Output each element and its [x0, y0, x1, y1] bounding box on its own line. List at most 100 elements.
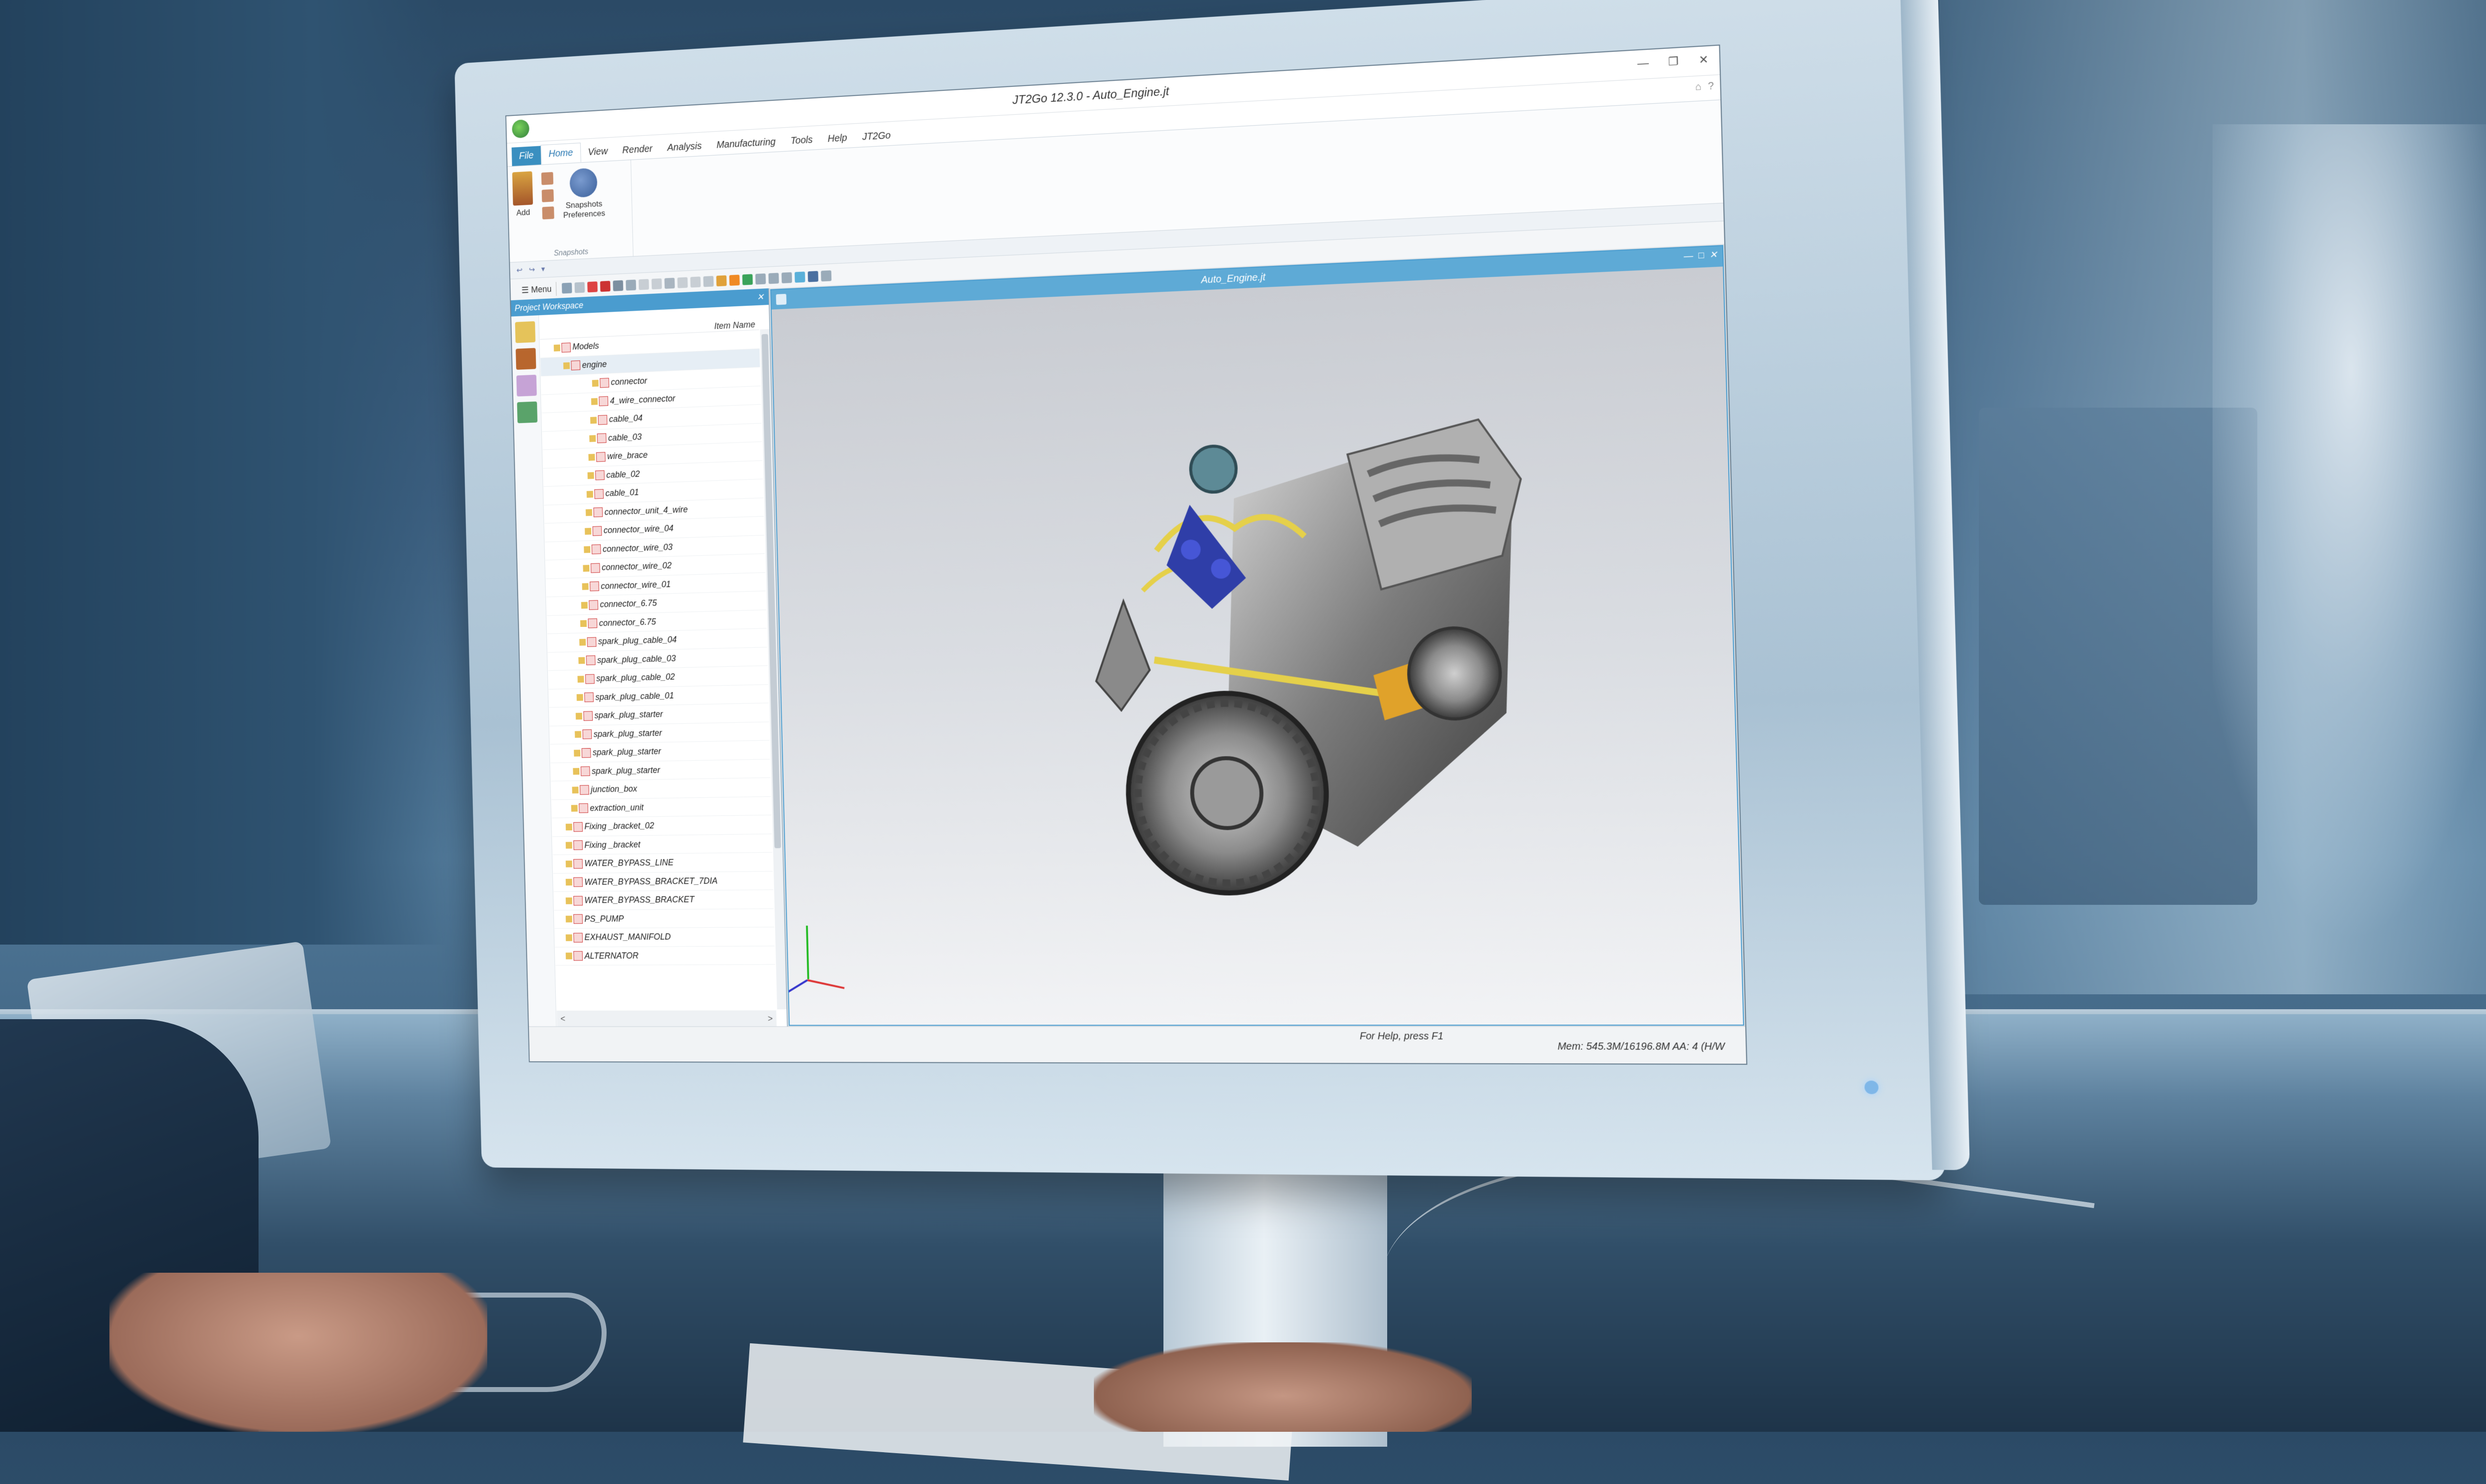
tab-analysis[interactable]: Analysis: [660, 136, 710, 158]
visibility-checkbox[interactable]: [573, 951, 583, 960]
viewport-minimize-button[interactable]: —: [1684, 251, 1693, 262]
tree-item[interactable]: WATER_BYPASS_BRACKET: [554, 890, 774, 910]
visibility-checkbox[interactable]: [599, 396, 608, 406]
tab-jt2go[interactable]: JT2Go: [854, 126, 898, 147]
scroll-right-icon[interactable]: >: [768, 1014, 773, 1024]
visibility-checkbox[interactable]: [579, 803, 588, 813]
visibility-checkbox[interactable]: [595, 470, 605, 480]
visibility-checkbox[interactable]: [571, 360, 580, 370]
snapshots-tab-icon[interactable]: [516, 348, 536, 370]
reset-view-icon[interactable]: [821, 270, 831, 282]
target-icon[interactable]: [664, 278, 675, 289]
add-snapshot-button[interactable]: Add: [508, 165, 539, 262]
tree-item[interactable]: ALTERNATOR: [555, 946, 775, 965]
visibility-checkbox[interactable]: [596, 452, 606, 462]
hide-icon[interactable]: [587, 281, 598, 292]
tab-manufacturing[interactable]: Manufacturing: [709, 132, 784, 155]
close-button[interactable]: ✕: [1693, 49, 1714, 71]
visibility-checkbox[interactable]: [593, 526, 602, 536]
menu-button[interactable]: ☰ Menu: [517, 282, 556, 298]
fit-all-icon[interactable]: [769, 273, 779, 284]
visibility-checkbox[interactable]: [581, 767, 590, 777]
tree-item[interactable]: junction_box: [551, 778, 771, 800]
snapshots-preferences-button[interactable]: Snapshots Preferences: [557, 161, 611, 260]
minimize-button[interactable]: —: [1632, 53, 1654, 75]
engine-model[interactable]: [1069, 386, 1574, 939]
visibility-checkbox[interactable]: [591, 563, 600, 573]
snapshot-delete-icon[interactable]: [541, 172, 553, 185]
tree-horizontal-scrollbar[interactable]: < >: [557, 1010, 777, 1027]
visibility-checkbox[interactable]: [573, 840, 583, 850]
rotate-icon[interactable]: [795, 271, 805, 282]
delete-icon[interactable]: [600, 281, 611, 292]
visibility-checkbox[interactable]: [573, 896, 583, 905]
models-tab-icon[interactable]: [515, 321, 535, 343]
visibility-checkbox[interactable]: [590, 582, 599, 592]
visibility-checkbox[interactable]: [583, 729, 592, 739]
panel-close-icon[interactable]: ✕: [757, 292, 764, 302]
visibility-checkbox[interactable]: [589, 600, 598, 610]
tab-tools[interactable]: Tools: [783, 130, 820, 151]
3d-canvas[interactable]: [772, 266, 1743, 1025]
customize-qat-icon[interactable]: ▾: [541, 264, 545, 274]
visibility-checkbox[interactable]: [597, 434, 607, 443]
visibility-checkbox[interactable]: [585, 674, 595, 684]
snapshot-update-icon[interactable]: [542, 206, 554, 219]
tree-item[interactable]: Fixing _bracket: [552, 834, 772, 855]
visibility-checkbox[interactable]: [587, 637, 597, 647]
fit-icon[interactable]: [755, 273, 766, 284]
light-icon[interactable]: [716, 275, 727, 286]
tab-file[interactable]: File: [512, 146, 541, 166]
tab-render[interactable]: Render: [615, 139, 660, 161]
visibility-checkbox[interactable]: [593, 508, 603, 518]
visibility-checkbox[interactable]: [582, 748, 591, 758]
visibility-checkbox[interactable]: [592, 544, 601, 554]
zoom-icon[interactable]: [613, 280, 623, 291]
assembly-tab-icon[interactable]: [517, 401, 537, 423]
help-icon[interactable]: ?: [1708, 81, 1714, 92]
tree-item[interactable]: PS_PUMP: [554, 909, 774, 929]
visibility-checkbox[interactable]: [584, 693, 594, 702]
tree-item[interactable]: WATER_BYPASS_LINE: [553, 853, 773, 873]
viewport-close-button[interactable]: ✕: [1709, 250, 1717, 261]
restore-button[interactable]: ❐: [1663, 51, 1684, 73]
snapshot-list-icon[interactable]: [541, 189, 553, 202]
visibility-checkbox[interactable]: [588, 618, 597, 628]
pan-icon[interactable]: [808, 271, 818, 282]
visibility-checkbox[interactable]: [573, 859, 583, 869]
viewport-maximize-button[interactable]: □: [1698, 250, 1704, 261]
visibility-checkbox[interactable]: [586, 656, 596, 666]
render-icon[interactable]: [729, 274, 740, 285]
tab-view[interactable]: View: [580, 142, 615, 162]
view-box-icon[interactable]: [782, 272, 792, 283]
measure-icon[interactable]: [677, 277, 688, 288]
visibility-checkbox[interactable]: [594, 489, 604, 499]
tab-home[interactable]: Home: [540, 143, 581, 165]
pmi-tab-icon[interactable]: [517, 375, 537, 397]
visibility-checkbox[interactable]: [580, 785, 589, 795]
visibility-checkbox[interactable]: [573, 914, 583, 924]
redo-icon[interactable]: ↪: [529, 265, 535, 275]
sphere-icon[interactable]: [704, 276, 714, 287]
visibility-checkbox[interactable]: [573, 877, 583, 887]
select-icon[interactable]: [562, 282, 572, 293]
visibility-checkbox[interactable]: [600, 378, 609, 388]
tree-item[interactable]: extraction_unit: [551, 796, 771, 818]
visibility-checkbox[interactable]: [573, 933, 583, 942]
undo-icon[interactable]: ↩: [516, 265, 523, 275]
angle-icon[interactable]: [690, 276, 701, 287]
tree-item[interactable]: WATER_BYPASS_BRACKET_7DIA: [553, 872, 773, 892]
shaded-icon[interactable]: [742, 274, 753, 285]
visibility-checkbox[interactable]: [573, 822, 583, 832]
visibility-checkbox[interactable]: [583, 711, 593, 721]
tree-icon[interactable]: [575, 282, 585, 293]
line-icon[interactable]: [651, 278, 662, 289]
home-icon[interactable]: ⌂: [1695, 81, 1701, 93]
binoculars-icon[interactable]: [626, 279, 636, 290]
pen-icon[interactable]: [639, 279, 649, 290]
tree-item[interactable]: EXHAUST_MANIFOLD: [554, 927, 774, 947]
tab-help[interactable]: Help: [820, 128, 855, 149]
visibility-checkbox[interactable]: [561, 343, 571, 352]
scroll-left-icon[interactable]: <: [560, 1014, 565, 1024]
visibility-checkbox[interactable]: [598, 415, 608, 425]
